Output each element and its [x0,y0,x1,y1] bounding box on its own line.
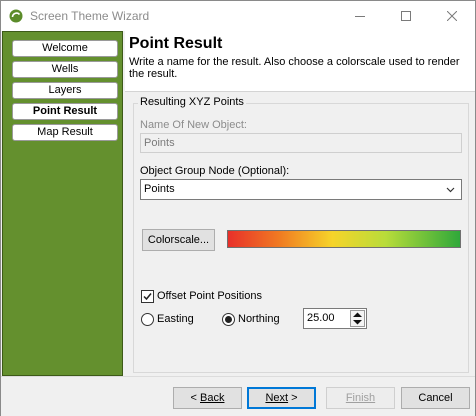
back-label: Back [200,392,225,404]
app-logo-icon [9,9,23,23]
wizard-steps-panel: Welcome Wells Layers Point Result Map Re… [2,31,123,376]
minimize-icon [355,16,365,17]
wizard-window: Screen Theme Wizard Welcome Wells Layers… [0,0,476,416]
wizard-button-bar: < Back Next > Finish Cancel [1,376,475,416]
maximize-icon [401,11,411,21]
cancel-button[interactable]: Cancel [401,387,470,409]
minimize-button[interactable] [337,1,383,31]
colorscale-button[interactable]: Colorscale... [142,229,215,251]
page-header: Point Result Write a name for the result… [125,31,475,92]
offset-checkbox[interactable] [141,290,154,303]
offset-value-spinner[interactable]: 25.00 [303,308,367,329]
next-button[interactable]: Next > [247,387,316,409]
object-name-label: Name Of New Object: [140,119,247,131]
spinner-arrows-icon [353,312,362,325]
close-button[interactable] [429,1,475,31]
easting-label: Easting [157,313,194,325]
next-suffix: > [288,392,298,404]
group-node-dropdown[interactable]: Points [140,179,462,200]
checkmark-icon [143,293,152,301]
nav-layers[interactable]: Layers [12,82,118,99]
object-name-input[interactable]: Points [140,133,462,153]
group-node-label: Object Group Node (Optional): [140,165,290,177]
easting-radio[interactable] [141,313,154,326]
nav-point-result[interactable]: Point Result [12,103,118,120]
back-button[interactable]: < Back [173,387,242,409]
colorscale-preview[interactable] [227,230,461,248]
finish-button[interactable]: Finish [326,387,395,409]
nav-welcome[interactable]: Welcome [12,40,118,57]
maximize-button[interactable] [383,1,429,31]
back-prefix: < [190,392,200,404]
nav-wells[interactable]: Wells [12,61,118,78]
finish-label: Finish [345,392,376,404]
spinner-buttons[interactable] [350,310,365,327]
group-title: Resulting XYZ Points [138,96,246,108]
group-node-value: Points [144,183,175,195]
northing-radio[interactable] [222,313,235,326]
close-icon [447,11,457,21]
page-description: Write a name for the result. Also choose… [129,56,460,80]
title-bar: Screen Theme Wizard [1,1,475,31]
nav-map-result[interactable]: Map Result [12,124,118,141]
offset-value: 25.00 [307,312,335,324]
northing-label: Northing [238,313,280,325]
window-title: Screen Theme Wizard [30,9,150,23]
offset-label: Offset Point Positions [157,290,262,302]
chevron-down-icon [446,187,455,193]
page-title: Point Result [129,35,223,52]
radio-selected-dot [225,316,232,323]
next-label: Next [265,392,289,404]
wizard-page: Point Result Write a name for the result… [125,31,475,376]
